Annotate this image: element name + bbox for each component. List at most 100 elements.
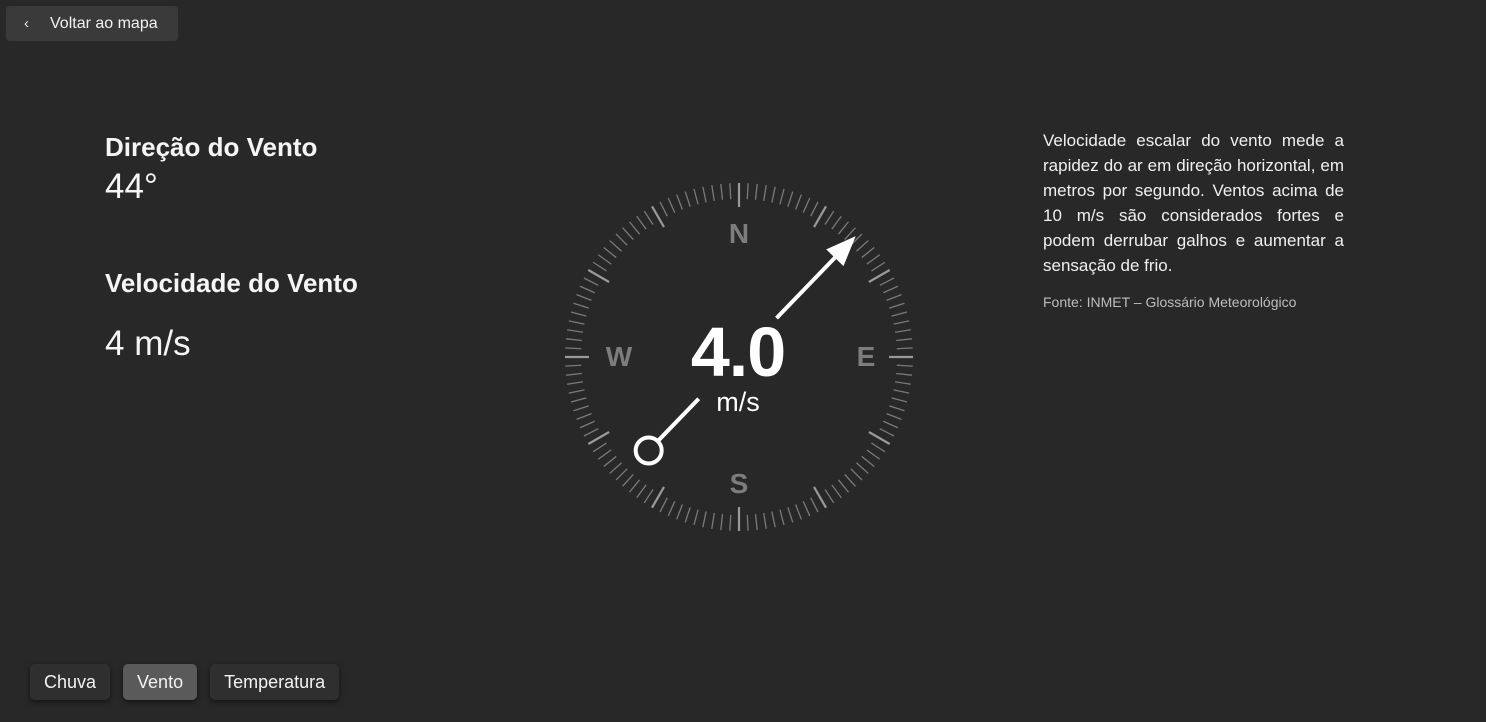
compass-tick [889, 405, 905, 412]
compass-tick [636, 215, 647, 230]
compass-tick [693, 509, 699, 526]
speed-title: Velocidade do Vento [105, 268, 358, 298]
compass-tick [855, 462, 869, 474]
compass-tick [573, 405, 589, 412]
compass-tick [567, 329, 584, 333]
compass-tick [893, 389, 910, 394]
compass-tick [576, 294, 592, 301]
compass-tick [896, 364, 913, 367]
compass-tick [891, 311, 908, 317]
compass-tick [868, 431, 891, 445]
speed-display: 4.0 [690, 313, 786, 391]
compass-tick [684, 507, 691, 523]
compass-tick [879, 428, 895, 437]
compass-tick [754, 514, 758, 531]
compass-tick [576, 413, 592, 420]
arrow-shaft-front [775, 254, 838, 320]
compass-tick [813, 486, 827, 509]
arrow-tail-circle [633, 435, 664, 466]
compass-tick [597, 449, 612, 460]
compass-tick [603, 246, 617, 259]
compass-tick [565, 347, 582, 350]
compass-tick [643, 210, 654, 225]
compass-tick [883, 285, 899, 294]
compass-tick [746, 183, 749, 200]
compass-tick [886, 413, 902, 420]
compass-tick [587, 269, 610, 283]
compass-tick [861, 455, 875, 468]
compass-tick [802, 501, 811, 517]
compass-tick [651, 486, 665, 509]
compass-tick [824, 210, 835, 225]
tab-vento[interactable]: Vento [123, 664, 198, 700]
compass-tick [896, 347, 913, 350]
compass-tick [622, 473, 634, 487]
compass-tick [592, 261, 607, 272]
compass-tick [894, 329, 911, 333]
compass-tick [667, 501, 676, 517]
compass-tick [583, 428, 599, 437]
cardinal-east: E [857, 341, 876, 372]
compass-tick [810, 497, 819, 513]
direction-value: 44° [105, 167, 158, 206]
wind-page: ‹ Voltar ao mapa Direção do Vento 44° Ve… [0, 0, 1486, 722]
compass-tick [866, 254, 881, 265]
compass-tick [746, 514, 749, 531]
compass-tick [729, 183, 732, 200]
compass-tick [837, 221, 850, 235]
compass-tick [579, 420, 595, 429]
compass-tick [587, 431, 610, 445]
compass-tick [667, 197, 676, 213]
compass-tick [795, 504, 802, 520]
compass-tick [850, 468, 863, 481]
compass-tick [896, 338, 913, 342]
compass-tick [779, 188, 785, 205]
compass-tick [795, 194, 802, 210]
compass-tick [651, 205, 665, 228]
compass-tick [615, 468, 628, 481]
direction-title: Direção do Vento [105, 132, 318, 162]
compass-tick [894, 381, 911, 385]
compass-tick [676, 504, 683, 520]
compass-tick [636, 484, 647, 499]
compass-tick [831, 484, 842, 499]
speed-value: 4 m/s [105, 324, 191, 363]
compass-tick [615, 233, 628, 246]
back-to-map-button[interactable]: ‹ Voltar ao mapa [6, 6, 178, 41]
tab-chuva[interactable]: Chuva [30, 664, 111, 700]
compass-tick [855, 240, 869, 252]
compass-tick [871, 442, 886, 453]
compass-tick [609, 240, 623, 252]
compass-tick [763, 185, 767, 202]
compass-tick [893, 320, 910, 325]
compass-tick [871, 261, 886, 272]
compass-tick [886, 294, 902, 301]
compass-tick [868, 269, 891, 283]
compass-tick [565, 364, 582, 367]
compass-tick [702, 186, 707, 203]
compass-tick [570, 311, 587, 317]
compass-tick [891, 397, 908, 403]
compass-tick [837, 479, 850, 493]
compass-tick [565, 372, 582, 376]
compass-tick [787, 191, 794, 207]
tab-temperatura[interactable]: Temperatura [210, 664, 340, 700]
compass-tick [831, 215, 842, 230]
compass-tick [711, 185, 715, 202]
cardinal-west: W [606, 341, 633, 372]
compass-tick [844, 473, 856, 487]
compass-tick [889, 302, 905, 309]
compass-tick [659, 497, 668, 513]
compass-tick [729, 514, 732, 531]
cardinal-north: N [729, 218, 749, 249]
compass-tick [609, 462, 623, 474]
compass-tick [810, 201, 819, 217]
compass-tick [896, 372, 913, 376]
compass-readout: 4.0 m/s [637, 312, 839, 416]
compass-tick [720, 183, 724, 200]
compass-tick [573, 302, 589, 309]
compass-tick [579, 285, 595, 294]
compass-tick [659, 201, 668, 217]
compass-tick [779, 509, 785, 526]
compass-tick [570, 397, 587, 403]
